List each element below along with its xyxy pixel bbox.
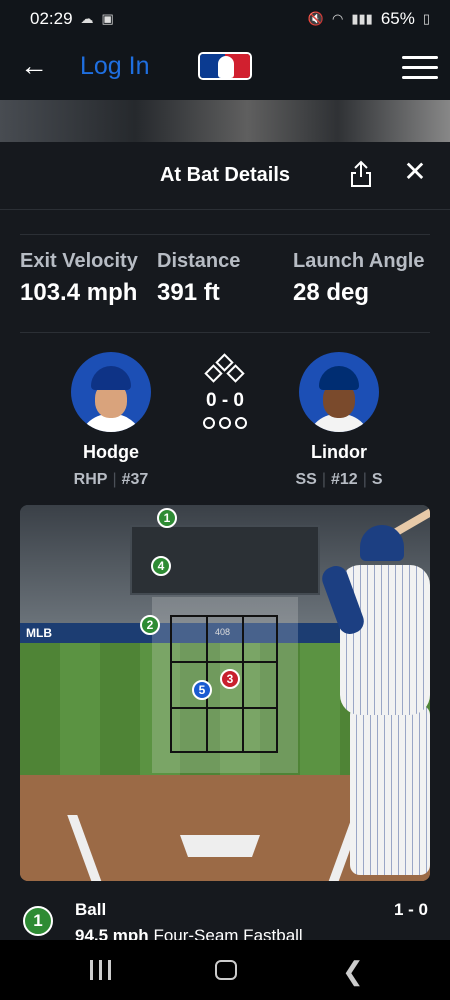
zone-label: 408 (215, 627, 231, 637)
close-icon[interactable]: ✕ (402, 158, 428, 186)
pitch-number-badge: 1 (23, 906, 53, 936)
sheet-header: At Bat Details ✕ (0, 142, 450, 210)
stat-label: Launch Angle (293, 250, 425, 272)
battery-level: 65% (380, 9, 415, 28)
count-text: 0 - 0 (205, 390, 245, 411)
stat-value: 28 deg (293, 279, 370, 306)
pitch-marker[interactable]: 4 (151, 556, 171, 576)
pitcher-meta: RHP | #37 (73, 471, 149, 488)
system-nav-bar: ❮ (0, 940, 450, 1000)
back-arrow-icon[interactable]: ← (20, 52, 50, 82)
mlb-logo-icon[interactable] (198, 52, 252, 80)
background-image (0, 100, 450, 142)
pitch-marker[interactable]: 1 (157, 508, 177, 528)
divider (20, 332, 430, 333)
pitch-marker[interactable]: 2 (140, 615, 160, 635)
recent-apps-icon[interactable] (90, 960, 112, 980)
wifi-icon: ◠ (332, 11, 344, 26)
app-header: ← Log In (0, 38, 450, 100)
batter-card[interactable]: Lindor SS | #12 | S (284, 352, 394, 489)
home-plate (180, 835, 260, 857)
stat-distance: Distance 391 ft (157, 250, 240, 307)
hit-stats: Exit Velocity 103.4 mph Distance 391 ft … (20, 250, 430, 310)
stat-label: Exit Velocity (20, 250, 138, 272)
status-bar: 02:29 ☁ ▣ 🔇 ◠ ▮▮▮ 65% ▯ (0, 0, 450, 38)
login-link[interactable]: Log In (80, 52, 150, 81)
avatar (71, 352, 151, 432)
cloud-icon: ☁ (80, 11, 94, 26)
nav-back-icon[interactable]: ❮ (342, 956, 364, 987)
bases-icon (201, 353, 249, 386)
battery-icon: ▯ (422, 11, 430, 26)
pitch-list-item[interactable]: 1 Ball 1 - 0 94.5 mph Four-Seam Fastball (20, 900, 430, 940)
count-indicator: 0 - 0 (195, 353, 255, 429)
image-icon: ▣ (101, 11, 114, 26)
stat-exit-velocity: Exit Velocity 103.4 mph (20, 250, 138, 307)
menu-icon[interactable] (402, 56, 438, 80)
status-time: 02:29 (30, 9, 73, 28)
wall-logo: MLB (26, 626, 52, 640)
divider (20, 234, 430, 235)
avatar (299, 352, 379, 432)
share-icon[interactable] (350, 160, 372, 188)
stat-label: Distance (157, 250, 241, 272)
pitch-marker[interactable]: 5 (192, 680, 212, 700)
stat-value: 103.4 mph (20, 279, 138, 306)
pitch-result: Ball (75, 900, 107, 919)
at-bat-details-sheet: At Bat Details ✕ Exit Velocity 103.4 mph… (0, 142, 450, 940)
batter-name: Lindor (311, 442, 367, 462)
pitcher-card[interactable]: Hodge RHP | #37 (56, 352, 166, 489)
home-icon[interactable] (215, 960, 237, 980)
mute-icon: 🔇 (307, 11, 324, 26)
stat-launch-angle: Launch Angle 28 deg (293, 250, 424, 307)
batter-meta: SS | #12 | S (295, 471, 383, 488)
outs-icon (195, 417, 255, 429)
pitcher-name: Hodge (83, 442, 139, 462)
pitch-location-view[interactable]: MLB 408 1 4 2 3 5 (20, 505, 430, 881)
signal-icon: ▮▮▮ (351, 11, 373, 26)
batter-figure (318, 505, 430, 881)
pitch-detail: 94.5 mph Four-Seam Fastball (75, 926, 303, 940)
pitch-marker[interactable]: 3 (220, 669, 240, 689)
sheet-title: At Bat Details (159, 164, 291, 186)
stat-value: 391 ft (157, 279, 220, 306)
pitch-count: 1 - 0 (393, 900, 428, 919)
